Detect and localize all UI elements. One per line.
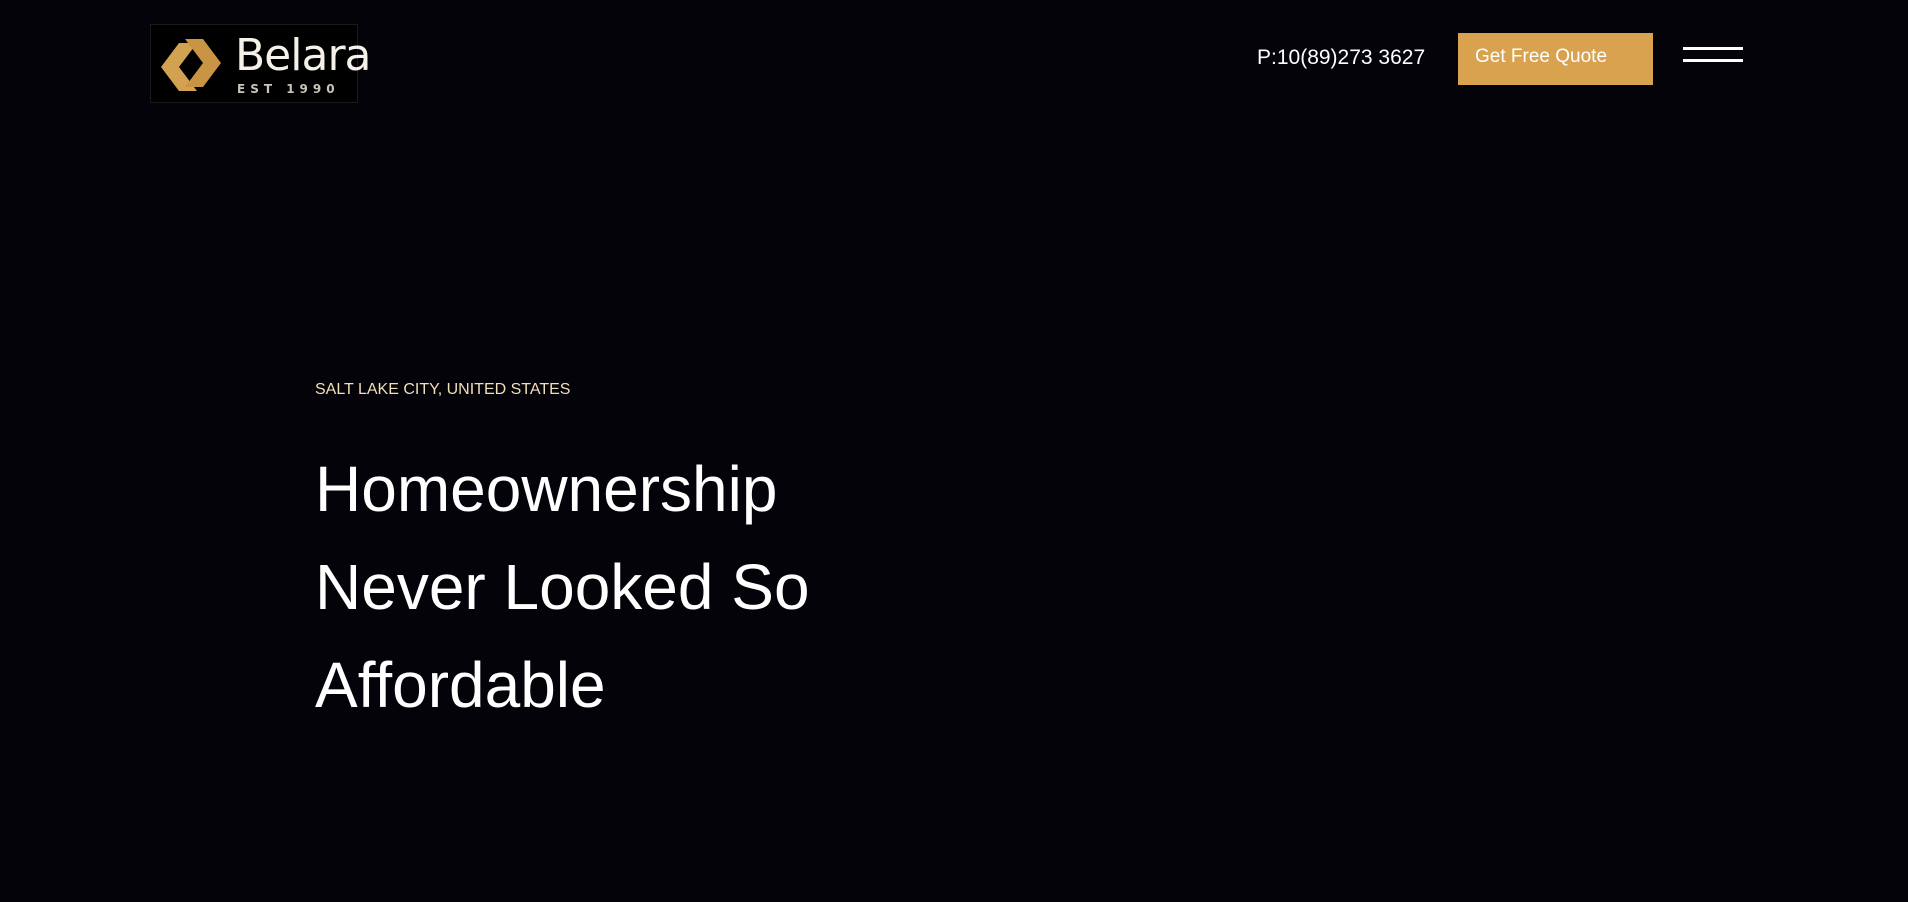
phone-link[interactable]: P:10(89)273 3627 <box>1257 45 1425 71</box>
menu-line-bottom <box>1683 59 1743 62</box>
hero-section: SALT LAKE CITY, UNITED STATES Homeowners… <box>315 380 1215 734</box>
hero-heading-line-3: Affordable <box>315 649 606 721</box>
brand-logo[interactable]: Belara EST 1990 <box>150 24 371 103</box>
site-header: Belara EST 1990 P:10(89)273 3627 Get Fre… <box>0 0 1908 130</box>
hamburger-menu-icon[interactable] <box>1683 45 1743 65</box>
brand-mark-icon <box>161 39 221 91</box>
hero-location: SALT LAKE CITY, UNITED STATES <box>315 381 571 398</box>
hero-heading-line-1: Homeownership <box>315 453 778 525</box>
get-free-quote-button[interactable]: Get Free Quote <box>1458 33 1653 85</box>
menu-line-top <box>1683 47 1743 50</box>
brand-tagline: EST 1990 <box>237 82 340 96</box>
brand-name: Belara <box>235 30 371 81</box>
hero-heading-line-2: Never Looked So <box>315 551 810 623</box>
hero-heading: Homeownership Never Looked So Affordable <box>315 440 1215 734</box>
